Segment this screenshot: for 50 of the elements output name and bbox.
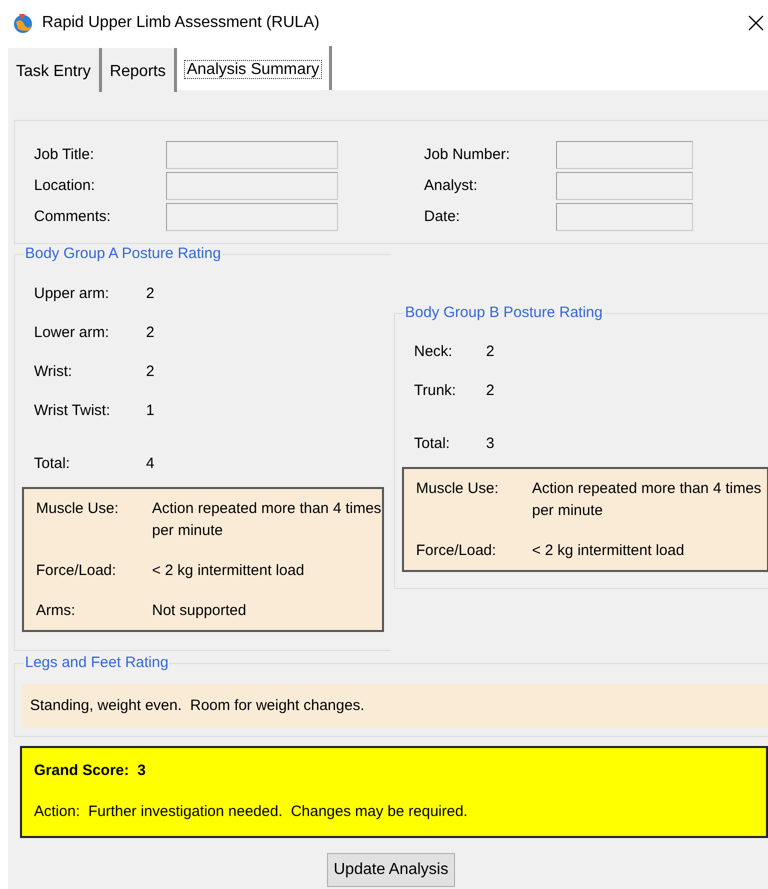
input-field[interactable] bbox=[556, 141, 693, 169]
rating-label: Neck: bbox=[414, 342, 454, 362]
tab[interactable]: Reports bbox=[102, 48, 177, 92]
rating-value: 2 bbox=[146, 284, 154, 304]
total-value: 3 bbox=[486, 434, 494, 454]
field-label: Job Number: bbox=[424, 144, 511, 165]
app-icon bbox=[12, 12, 34, 34]
factor-label: Force/Load: bbox=[36, 561, 118, 581]
group-title: Body Group B Posture Rating bbox=[404, 303, 604, 323]
rating-label: Upper arm: bbox=[34, 284, 110, 304]
rating-value: 2 bbox=[486, 381, 494, 401]
action-text: Action: Further investigation needed. Changes may be required. bbox=[34, 802, 469, 822]
rating-label: Trunk: bbox=[414, 381, 457, 401]
group-title: Legs and Feet Rating bbox=[24, 653, 170, 673]
factor-value: < 2 kg intermittent load bbox=[152, 561, 306, 581]
input-field[interactable] bbox=[166, 203, 338, 231]
factor-value: Not supported bbox=[152, 601, 248, 621]
rating-label: Wrist: bbox=[34, 362, 74, 382]
input-field[interactable] bbox=[556, 203, 693, 231]
factor-value: < 2 kg intermittent load bbox=[532, 541, 686, 561]
tab[interactable]: Task Entry bbox=[8, 48, 102, 92]
input-field[interactable] bbox=[166, 172, 338, 200]
total-value: 4 bbox=[146, 454, 154, 474]
rating-value: 2 bbox=[486, 342, 494, 362]
rating-value: 2 bbox=[146, 323, 154, 343]
rating-label: Wrist Twist: bbox=[34, 401, 112, 421]
field-label: Job Title: bbox=[34, 144, 96, 165]
rating-value: 2 bbox=[146, 362, 154, 382]
rating-label: Lower arm: bbox=[34, 323, 110, 343]
factor-label: Muscle Use: bbox=[36, 499, 120, 519]
close-icon[interactable] bbox=[748, 15, 764, 31]
input-field[interactable] bbox=[556, 172, 693, 200]
field-label: Analyst: bbox=[424, 176, 478, 196]
rating-value: 1 bbox=[146, 401, 154, 421]
factor-value: Action repeated more than 4 times per minute bbox=[152, 499, 382, 541]
factor-label: Muscle Use: bbox=[416, 479, 500, 499]
field-label: Date: bbox=[424, 206, 461, 227]
total-label: Total: bbox=[414, 434, 451, 454]
window-title: Rapid Upper Limb Assessment (RULA) bbox=[42, 13, 320, 33]
field-label: Location: bbox=[34, 176, 96, 196]
legs-rating-text: Standing, weight even. Room for weight changes. bbox=[22, 684, 768, 728]
input-field[interactable] bbox=[166, 141, 338, 169]
group-title: Body Group A Posture Rating bbox=[24, 244, 222, 264]
grand-score-text: Grand Score: 3 bbox=[34, 761, 147, 781]
update-analysis-button[interactable]: Update Analysis bbox=[326, 853, 456, 887]
factor-label: Arms: bbox=[36, 601, 76, 621]
factor-label: Force/Load: bbox=[416, 541, 498, 561]
total-label: Total: bbox=[34, 454, 71, 474]
factor-value: Action repeated more than 4 times per minute bbox=[532, 479, 762, 521]
field-label: Comments: bbox=[34, 206, 112, 227]
